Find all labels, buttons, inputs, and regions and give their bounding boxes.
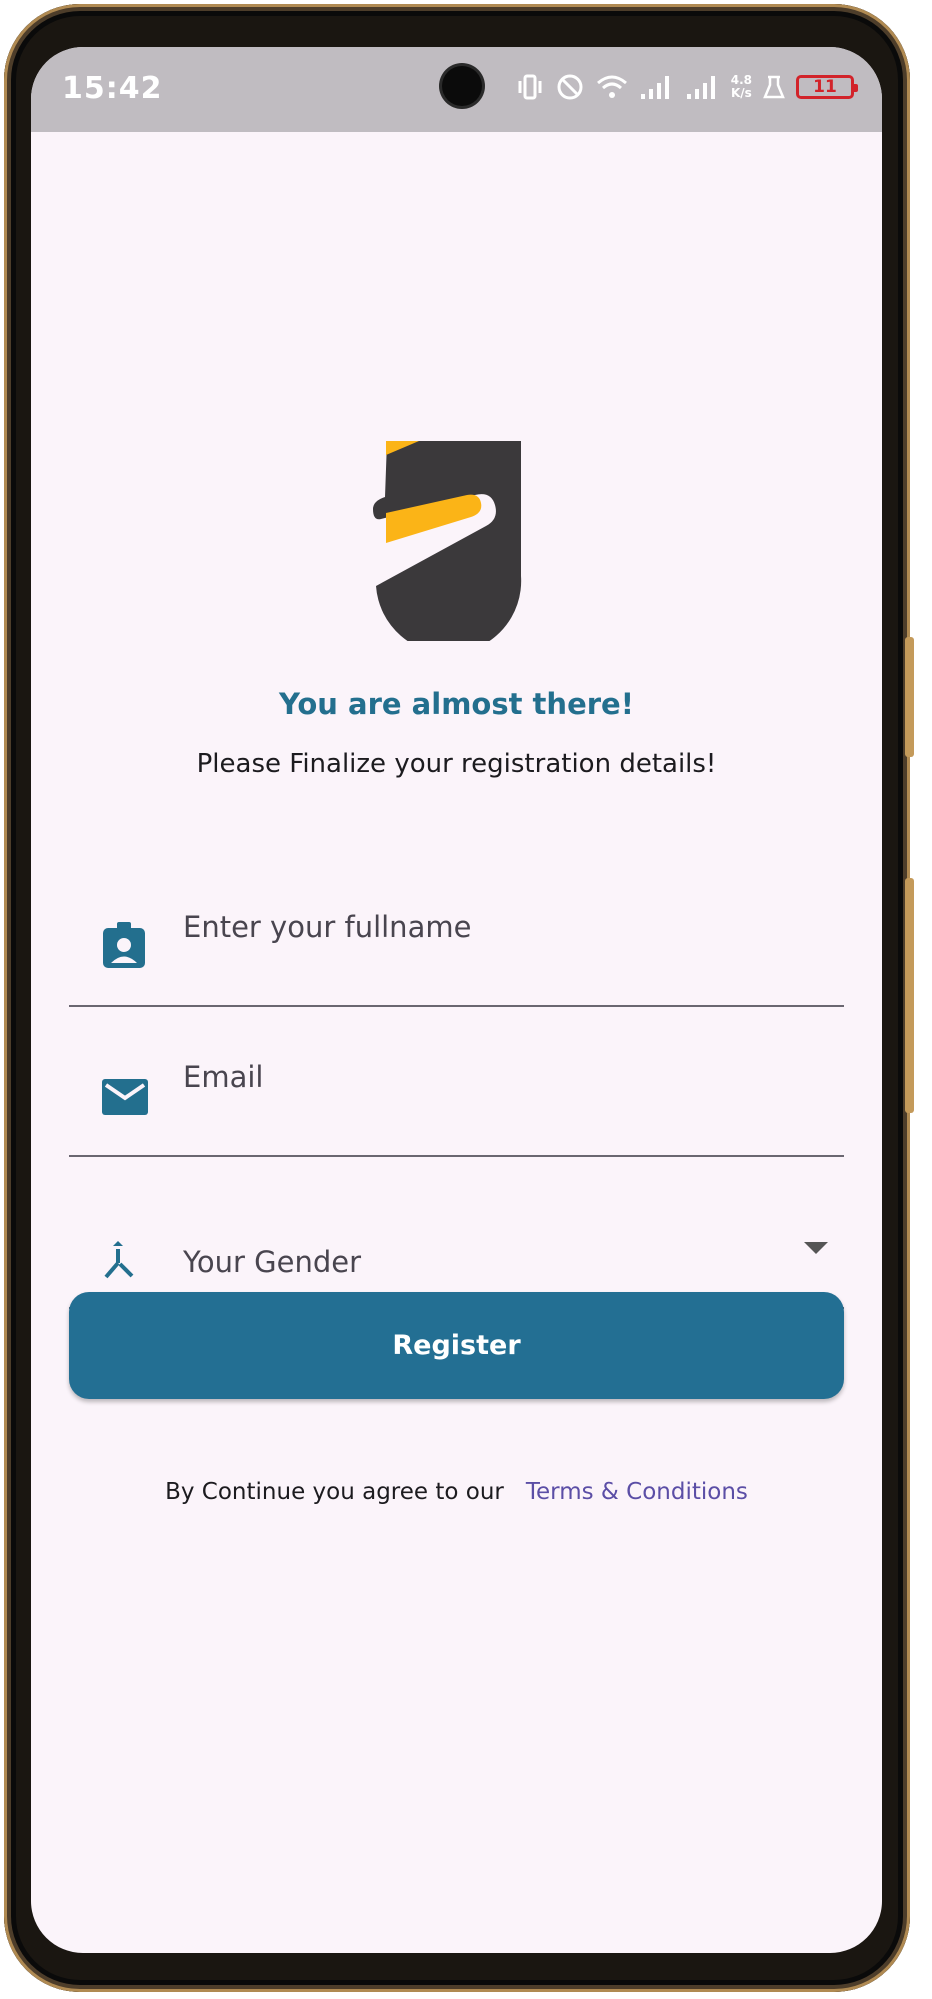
status-time: 15:42 — [62, 71, 163, 106]
do-not-disturb-icon — [557, 74, 583, 100]
register-button[interactable]: Register — [69, 1292, 844, 1399]
front-camera — [442, 66, 482, 106]
battery-icon: 11 — [796, 75, 858, 99]
badge-icon — [103, 922, 145, 968]
wifi-icon — [596, 75, 627, 98]
terms-link[interactable]: Terms & Conditions — [526, 1479, 748, 1505]
battery-level: 11 — [813, 77, 837, 97]
network-speed: 4.8 K/s — [731, 74, 752, 100]
fullname-field[interactable]: Enter your fullname — [69, 877, 844, 1007]
screen: 15:42 4.8 K/s 11 You are almost there! P… — [31, 47, 882, 1953]
caret-down-icon[interactable] — [804, 1242, 828, 1254]
terms-agreement: By Continue you agree to our Terms & Cond… — [31, 1479, 882, 1505]
merge-icon — [104, 1241, 134, 1279]
gender-dropdown[interactable]: Your Gender — [69, 1187, 844, 1309]
email-input[interactable]: Email — [183, 1060, 263, 1094]
agreement-text: By Continue you agree to our — [165, 1479, 504, 1505]
mail-icon — [102, 1079, 148, 1115]
status-icons: 4.8 K/s 11 — [515, 67, 858, 107]
network-speed-unit: K/s — [730, 86, 752, 100]
lab-icon — [763, 75, 785, 99]
page-title: You are almost there! — [279, 687, 634, 721]
signal-icon — [640, 76, 669, 99]
status-bar: 15:42 4.8 K/s 11 — [31, 47, 882, 132]
signal-icon — [686, 76, 715, 99]
volume-button — [905, 637, 914, 757]
vibrate-icon — [518, 74, 542, 100]
page-subtitle: Please Finalize your registration detail… — [196, 749, 717, 779]
power-button — [905, 878, 914, 1113]
app-logo — [373, 441, 522, 641]
email-field[interactable]: Email — [69, 1035, 844, 1157]
gender-select[interactable]: Your Gender — [183, 1245, 361, 1279]
fullname-input[interactable]: Enter your fullname — [183, 910, 471, 944]
